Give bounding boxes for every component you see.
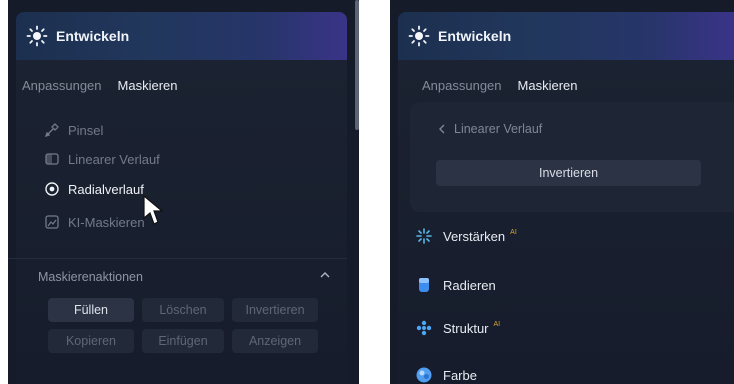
paste-button[interactable]: Einfügen — [142, 329, 224, 353]
invert-button[interactable]: Invertieren — [232, 298, 318, 322]
sun-icon — [26, 25, 48, 47]
tool-brush[interactable]: Pinsel — [44, 122, 103, 138]
show-button[interactable]: Anzeigen — [232, 329, 318, 353]
mask-actions-title: Maskierenaktionen — [38, 270, 143, 284]
tab-adjustments[interactable]: Anpassungen — [422, 78, 502, 93]
chevron-up-icon[interactable] — [318, 268, 332, 282]
header-title: Entwickeln — [438, 28, 512, 44]
header-title: Entwickeln — [56, 28, 130, 44]
invert-button[interactable]: Invertieren — [436, 160, 701, 186]
color-icon — [416, 367, 432, 383]
tool-structure[interactable]: Struktur AI — [415, 319, 500, 337]
radial-gradient-icon — [45, 182, 59, 196]
structure-icon — [416, 320, 432, 336]
back-label: Linearer Verlauf — [454, 122, 543, 136]
tool-enhance[interactable]: Verstärken AI — [415, 227, 517, 245]
tab-adjustments[interactable]: Anpassungen — [22, 78, 102, 93]
tool-label: Radieren — [443, 277, 496, 293]
tool-radial-gradient[interactable]: Radialverlauf — [44, 181, 144, 197]
tool-eraser[interactable]: Radieren — [415, 276, 496, 294]
tab-masking[interactable]: Maskieren — [518, 78, 578, 93]
right-tab-bar: Anpassungen Maskieren — [422, 78, 577, 93]
sparkle-icon — [416, 228, 432, 244]
section-divider — [8, 258, 347, 259]
tool-label: Verstärken — [443, 228, 506, 244]
left-tab-bar: Anpassungen Maskieren — [22, 78, 177, 93]
tool-label: Pinsel — [68, 122, 104, 138]
mouse-cursor-icon — [143, 195, 164, 225]
linear-gradient-icon — [45, 153, 59, 165]
tool-linear-gradient[interactable]: Linearer Verlauf — [44, 151, 160, 167]
tool-label: Radialverlauf — [68, 181, 144, 197]
sun-icon — [408, 25, 430, 47]
ai-badge: AI — [510, 228, 517, 236]
develop-header[interactable]: Entwickeln — [398, 12, 734, 60]
develop-header[interactable]: Entwickeln — [16, 12, 347, 60]
tool-label: Struktur — [443, 320, 489, 336]
back-link[interactable]: Linearer Verlauf — [436, 122, 542, 136]
scrollbar[interactable] — [355, 0, 359, 130]
tool-label: Farbe — [443, 367, 477, 383]
tool-ai-mask[interactable]: KI-Maskieren — [44, 214, 145, 230]
tab-masking[interactable]: Maskieren — [118, 78, 178, 93]
tool-label: Linearer Verlauf — [68, 151, 160, 167]
delete-button[interactable]: Löschen — [142, 298, 224, 322]
active-tool-card — [410, 102, 734, 212]
fill-button[interactable]: Füllen — [48, 298, 134, 322]
ai-badge: AI — [493, 320, 501, 328]
ai-mask-icon — [45, 215, 59, 229]
copy-button[interactable]: Kopieren — [48, 329, 134, 353]
chevron-left-icon — [439, 124, 445, 134]
tool-color[interactable]: Farbe — [415, 366, 477, 384]
brush-icon — [44, 123, 59, 138]
eraser-icon — [419, 278, 429, 292]
tool-label: KI-Maskieren — [68, 214, 145, 230]
